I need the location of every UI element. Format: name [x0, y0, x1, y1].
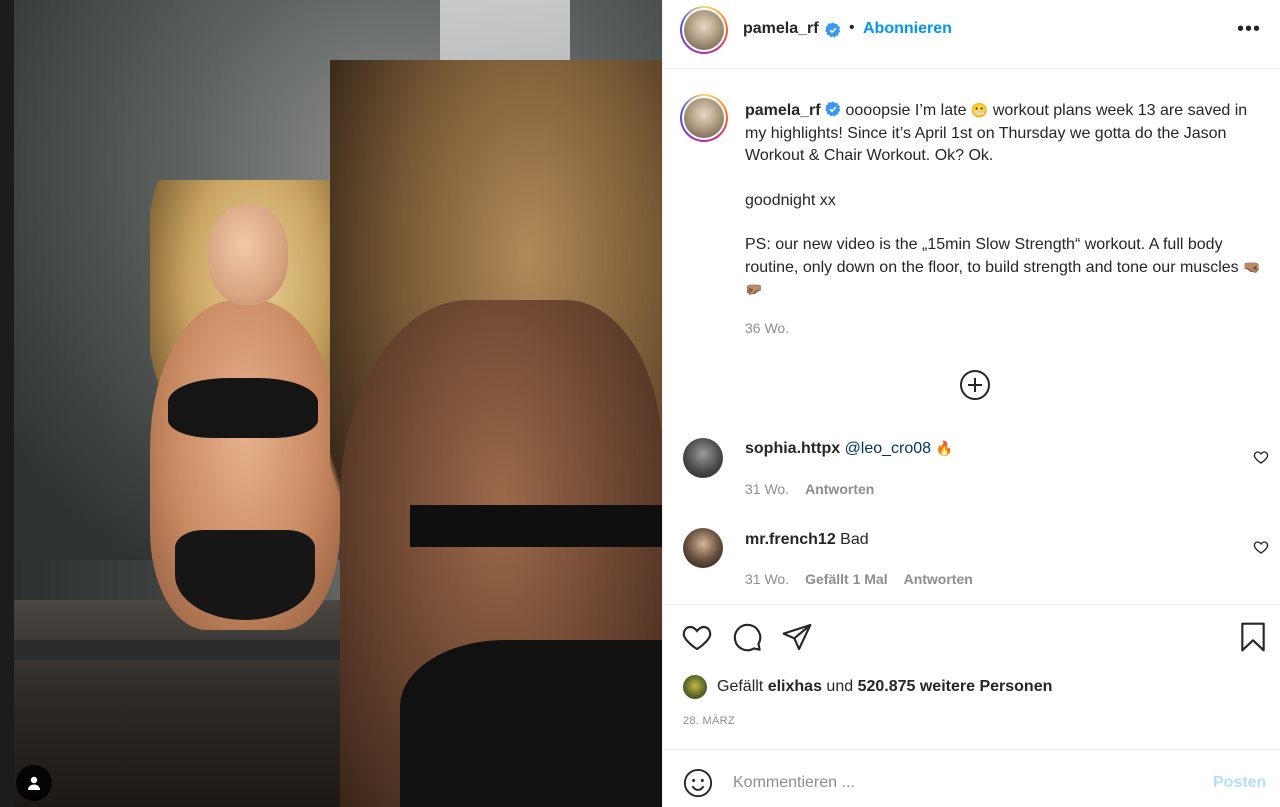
reply-button[interactable]: Antworten	[805, 481, 874, 497]
comment-avatar[interactable]	[683, 528, 723, 568]
photo-reflection-bottom	[175, 530, 315, 620]
comment-box: Posten	[663, 749, 1280, 807]
reply-button[interactable]: Antworten	[904, 571, 973, 587]
post-caption: pamela_rf oooopsie I’m late 😬 workout pl…	[745, 100, 1267, 302]
header-separator: •	[849, 19, 855, 36]
comment-meta: 31 Wo. Antworten	[745, 481, 874, 497]
emoji-icon[interactable]	[683, 768, 713, 798]
caption-emoji-grimace: 😬	[970, 103, 989, 119]
caption-timestamp[interactable]: 36 Wo.	[745, 320, 789, 336]
comment-avatar[interactable]	[683, 438, 723, 478]
post-actions: Gefällt elixhas und 520.875 weitere Pers…	[663, 604, 1280, 749]
comment-text: sophia.httpx @leo_cro08 🔥	[745, 440, 953, 458]
comment-heart-icon[interactable]	[1253, 539, 1269, 555]
comment-timestamp[interactable]: 31 Wo.	[745, 571, 789, 587]
comment-text: mr.french12 Bad	[745, 531, 869, 549]
caption-text-3: PS: our new video is the „15min Slow Str…	[745, 236, 1239, 276]
caption-text-2: goodnight xx	[745, 191, 836, 209]
user-tag-icon	[28, 776, 40, 790]
post-header: pamela_rf • Abonnieren •••	[663, 0, 1280, 69]
header-username[interactable]: pamela_rf	[743, 20, 819, 38]
caption-text-1b: workout plans week 13 are saved in my hi…	[745, 102, 1248, 164]
comment-meta: 31 Wo. Gefällt 1 Mal Antworten	[745, 571, 973, 587]
comment-heart-icon[interactable]	[1253, 449, 1269, 465]
photo-foreground-bottom	[400, 640, 662, 807]
more-options-icon[interactable]: •••	[1237, 18, 1261, 41]
post-photo[interactable]	[0, 0, 662, 807]
verified-badge-icon	[825, 101, 841, 117]
heart-icon[interactable]	[681, 621, 713, 653]
comment-username[interactable]: sophia.httpx	[745, 440, 840, 457]
comment-mention[interactable]: @leo_cro08	[845, 440, 932, 457]
post-comment-button[interactable]: Posten	[1213, 774, 1266, 792]
share-icon[interactable]	[781, 621, 813, 653]
likes-middle: und	[826, 678, 854, 695]
post-date[interactable]: 28. MÄRZ	[683, 715, 735, 727]
header-avatar[interactable]	[680, 6, 728, 54]
post-panel: pamela_rf • Abonnieren ••• pamela_rf ooo…	[662, 0, 1280, 807]
caption-avatar[interactable]	[680, 94, 728, 142]
liker-avatar[interactable]	[683, 675, 707, 699]
comment-input[interactable]	[733, 770, 1193, 796]
comment-timestamp[interactable]: 31 Wo.	[745, 481, 789, 497]
photo-reflection-face	[208, 205, 288, 305]
comment-icon[interactable]	[731, 621, 763, 653]
photo-reflection-top	[168, 378, 318, 438]
bookmark-icon[interactable]	[1237, 621, 1269, 653]
liker-username[interactable]: elixhas	[768, 678, 822, 696]
caption-text-1: oooopsie I’m late	[845, 102, 967, 119]
photo-mirror-edge	[0, 0, 14, 807]
likes-summary: Gefällt elixhas und 520.875 weitere Pers…	[683, 675, 1052, 699]
likes-prefix: Gefällt	[717, 678, 764, 695]
follow-button[interactable]: Abonnieren	[863, 20, 952, 38]
photo-foreground-strap	[410, 505, 662, 547]
likes-count[interactable]: 520.875 weitere Personen	[858, 678, 1053, 696]
comment-username[interactable]: mr.french12	[745, 531, 836, 548]
comment-likes-count[interactable]: Gefällt 1 Mal	[805, 571, 887, 587]
comment-emoji-fire: 🔥	[935, 441, 953, 457]
user-tag-button[interactable]	[16, 765, 52, 801]
caption-username[interactable]: pamela_rf	[745, 102, 821, 119]
verified-badge-icon	[825, 22, 841, 38]
comment-body: Bad	[840, 531, 869, 548]
load-more-icon[interactable]	[959, 369, 991, 401]
